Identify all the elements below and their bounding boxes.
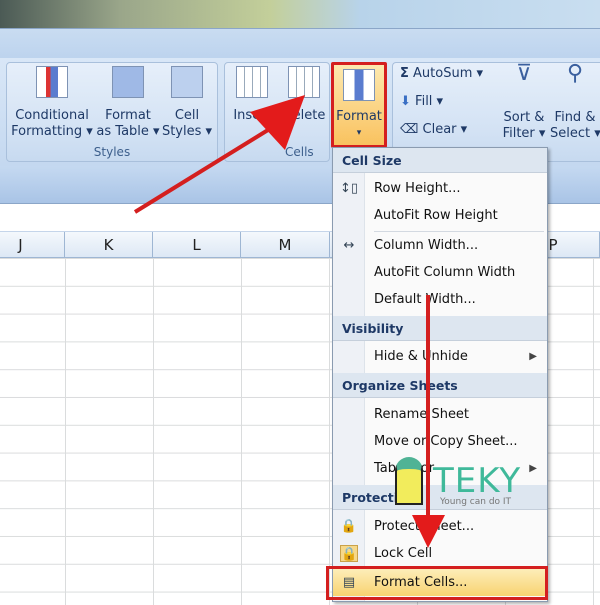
arrow-to-format-head [250,95,305,150]
annotation-arrows [133,95,445,548]
arrow-to-format-cells-head [412,515,445,548]
arrow-to-format-line [133,128,270,214]
